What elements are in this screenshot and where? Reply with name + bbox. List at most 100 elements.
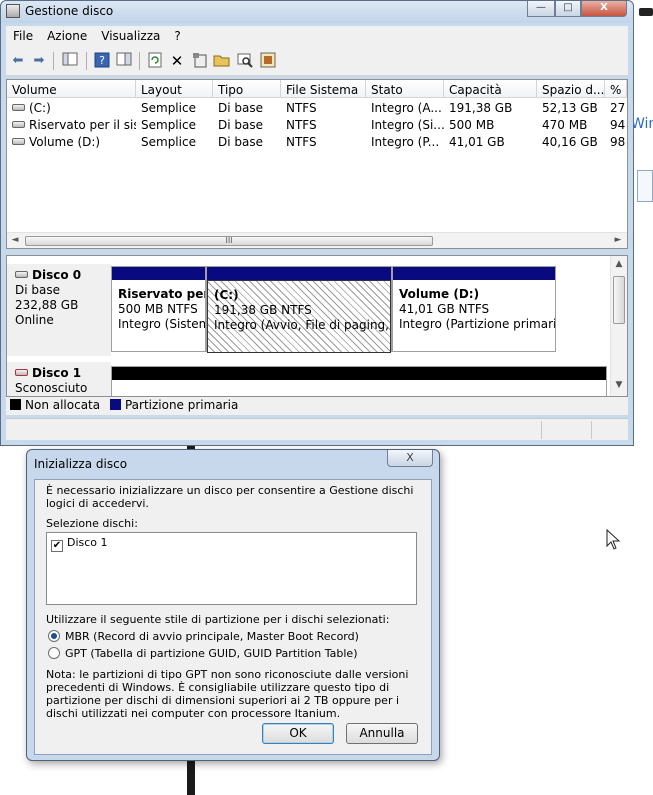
volume-name: Riservato per il sist... xyxy=(29,118,136,132)
gpt-option[interactable]: GPT (Tabella di partizione GUID, GUID Pa… xyxy=(48,647,358,660)
mbr-radio[interactable] xyxy=(48,630,60,642)
disk-0-name: Disco 0 xyxy=(32,268,82,282)
scroll-up-icon[interactable]: ▲ xyxy=(613,259,625,271)
table-row[interactable]: Riservato per il sist... xyxy=(7,116,136,133)
menu-visualizza[interactable]: Visualizza xyxy=(94,26,167,46)
partition-status: Integro (Avvio, File di paging, De xyxy=(214,318,391,332)
column-header-volume[interactable]: Volume xyxy=(7,80,136,98)
column-header-capacity[interactable]: Capacità xyxy=(444,80,537,98)
partition-name: Volume (D:) xyxy=(399,287,480,301)
cancel-button[interactable]: Annulla xyxy=(346,723,418,744)
properties-pane-icon[interactable] xyxy=(115,52,133,70)
partition-info-selected: (C:) 191,38 GB NTFS Integro (Avvio, File… xyxy=(207,280,391,353)
disk-0-status: Online xyxy=(15,313,54,327)
legend: Non allocata Partizione primaria xyxy=(6,397,628,415)
table-cell: Integro (P... xyxy=(371,135,440,149)
help-icon[interactable]: ? xyxy=(93,52,111,70)
minimize-button[interactable]: — xyxy=(527,1,555,17)
scroll-left-icon[interactable]: ◄ xyxy=(9,235,21,247)
column-header-type[interactable]: Tipo xyxy=(213,80,281,98)
partition-style-label: Utilizzare il seguente stile di partizio… xyxy=(46,613,390,626)
status-bar xyxy=(6,418,628,440)
maximize-button[interactable]: □ xyxy=(555,1,581,17)
delete-icon[interactable]: ✕ xyxy=(168,52,186,70)
table-cell: 27 xyxy=(610,101,626,115)
status-separator xyxy=(591,421,592,439)
table-cell: NTFS xyxy=(286,118,317,132)
partition-d[interactable]: Volume (D:) 41,01 GB NTFS Integro (Parti… xyxy=(392,266,556,352)
disk-0-label[interactable]: Disco 0 Di base 232,88 GB Online xyxy=(7,264,111,356)
status-separator xyxy=(541,421,542,439)
column-header-percent-free[interactable]: % c xyxy=(605,80,627,98)
column-header-status[interactable]: Stato xyxy=(366,80,444,98)
close-button[interactable]: X xyxy=(581,1,627,17)
primary-partition-bar xyxy=(207,267,391,280)
disk-0-type: Di base xyxy=(15,283,60,297)
scrollbar-thumb[interactable] xyxy=(613,276,625,324)
gpt-note-text: Nota: le partizioni di tipo GPT non sono… xyxy=(46,668,409,720)
column-header-layout[interactable]: Layout xyxy=(136,80,213,98)
console-tree-icon[interactable] xyxy=(61,52,79,70)
disk-1-unallocated[interactable] xyxy=(111,366,607,396)
table-cell: 40,16 GB xyxy=(542,135,598,149)
forward-arrow-icon[interactable]: ➡ xyxy=(30,52,48,70)
disk-1-label[interactable]: Disco 1 Sconosciuto xyxy=(7,362,111,396)
disk-0-size: 232,88 GB xyxy=(15,298,79,312)
toolbar-separator xyxy=(139,52,140,70)
disk-1-checkbox[interactable]: ✔ xyxy=(51,540,63,552)
partition-c[interactable]: (C:) 191,38 GB NTFS Integro (Avvio, File… xyxy=(206,266,392,353)
horizontal-scrollbar[interactable]: ◄ III ► xyxy=(7,232,627,248)
refresh-icon[interactable] xyxy=(146,52,164,70)
list-item[interactable]: ✔ Disco 1 xyxy=(51,536,412,552)
menu-help[interactable]: ? xyxy=(167,26,187,46)
background-text-fragment: Win xyxy=(631,116,653,132)
column-header-filesystem[interactable]: File Sistema xyxy=(281,80,366,98)
table-row[interactable]: Volume (D:) xyxy=(7,133,136,150)
disk-selection-list: ✔ Disco 1 xyxy=(46,532,417,605)
column-header-free-space[interactable]: Spazio d... xyxy=(537,80,605,98)
search-icon[interactable] xyxy=(236,52,254,70)
table-cell: 98 xyxy=(610,135,626,149)
mouse-cursor-icon xyxy=(606,528,622,554)
wizard-icon[interactable] xyxy=(259,52,277,70)
properties-icon[interactable] xyxy=(191,52,209,70)
title-bar[interactable]: Gestione disco — □ X xyxy=(1,1,633,23)
menu-file[interactable]: File xyxy=(6,26,40,46)
back-arrow-icon[interactable]: ⬅ xyxy=(9,52,27,70)
legend-unallocated: Non allocata xyxy=(25,398,101,412)
vertical-scrollbar[interactable]: ▲ ▼ xyxy=(610,256,627,396)
table-cell: 500 MB xyxy=(449,118,495,132)
unallocated-bar xyxy=(112,367,606,380)
table-row[interactable]: (C:) xyxy=(7,99,136,116)
disk-management-icon xyxy=(6,4,20,18)
partition-status: Integro (Sistem xyxy=(118,317,205,331)
gpt-option-label: GPT (Tabella di partizione GUID, GUID Pa… xyxy=(65,647,358,660)
gpt-radio[interactable] xyxy=(48,647,60,659)
table-cell: Di base xyxy=(218,101,263,115)
scrollbar-thumb[interactable]: III xyxy=(25,236,433,246)
table-cell: 191,38 GB xyxy=(449,101,513,115)
window-title: Gestione disco xyxy=(25,4,114,18)
dialog-close-button[interactable]: X xyxy=(387,450,433,467)
disk-graphical-view: Disco 0 Di base 232,88 GB Online Riserva… xyxy=(6,255,628,397)
menu-azione[interactable]: Azione xyxy=(40,26,94,46)
scroll-right-icon[interactable]: ► xyxy=(612,235,624,247)
partition-size: 191,38 GB NTFS xyxy=(214,303,312,317)
mbr-option[interactable]: MBR (Record di avvio principale, Master … xyxy=(48,630,359,643)
partition-info: Riservato per 500 MB NTFS Integro (Siste… xyxy=(112,280,205,334)
ok-button[interactable]: OK xyxy=(262,723,334,744)
partition-reserved[interactable]: Riservato per 500 MB NTFS Integro (Siste… xyxy=(111,266,206,352)
mbr-option-label: MBR (Record di avvio principale, Master … xyxy=(65,630,359,643)
drive-icon xyxy=(12,121,25,128)
menu-bar: File Azione Visualizza? xyxy=(6,26,628,46)
partition-size: 41,01 GB NTFS xyxy=(399,302,490,316)
disk-management-window: Gestione disco — □ X File Azione Visualizz… xyxy=(0,0,634,446)
scroll-down-icon[interactable]: ▼ xyxy=(613,380,625,392)
partition-size: 500 MB NTFS xyxy=(118,302,198,316)
disk-selection-label: Selezione dischi: xyxy=(46,517,138,530)
volume-name: Volume (D:) xyxy=(29,135,101,149)
table-cell: 94 xyxy=(610,118,626,132)
disk-icon xyxy=(15,271,28,278)
primary-partition-bar xyxy=(393,267,555,280)
open-folder-icon[interactable] xyxy=(213,52,231,70)
